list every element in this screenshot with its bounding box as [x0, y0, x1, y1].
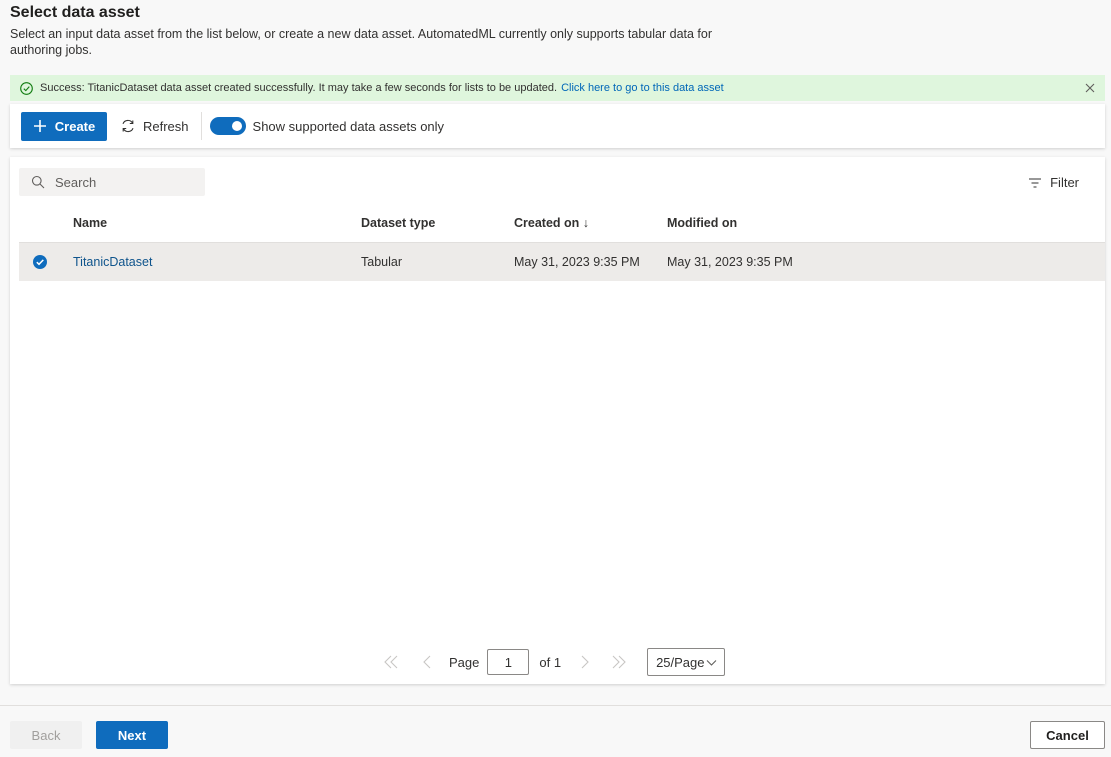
cancel-button[interactable]: Cancel [1030, 721, 1105, 749]
page-total-label: of 1 [539, 654, 562, 670]
toggle-knob [231, 121, 242, 131]
toolbar-divider [200, 112, 202, 140]
column-header-name[interactable]: Name [73, 216, 107, 230]
search-box[interactable] [19, 168, 205, 196]
supported-assets-toggle[interactable] [209, 117, 246, 135]
refresh-button[interactable]: Refresh [120, 118, 189, 134]
next-page-icon[interactable] [577, 654, 593, 670]
page-number-input[interactable] [487, 649, 530, 675]
search-input[interactable] [53, 173, 197, 191]
row-dataset-type: Tabular [361, 255, 402, 269]
column-header-modified-on[interactable]: Modified on [667, 216, 737, 230]
row-modified-on: May 31, 2023 9:35 PM [667, 255, 793, 269]
success-check-icon [20, 81, 33, 95]
filter-label: Filter [1050, 175, 1079, 190]
page-size-select[interactable]: 25/Page [647, 648, 726, 676]
row-name-link[interactable]: TitanicDataset [73, 255, 152, 269]
column-header-dataset-type[interactable]: Dataset type [361, 216, 435, 230]
previous-page-icon[interactable] [419, 654, 435, 670]
filter-button[interactable]: Filter [1028, 175, 1079, 190]
row-created-on: May 31, 2023 9:35 PM [514, 255, 640, 269]
page-label: Page [449, 654, 480, 670]
page-title: Select data asset [10, 4, 140, 21]
supported-assets-toggle-group: Show supported data assets only [209, 117, 445, 135]
table-header: Name Dataset type Created on ↓ Modified … [19, 205, 1105, 241]
data-asset-list-panel: Filter Name Dataset type Created on ↓ Mo… [10, 157, 1105, 684]
next-button[interactable]: Next [96, 721, 168, 749]
first-page-icon[interactable] [383, 654, 399, 670]
back-button[interactable]: Back [10, 721, 82, 749]
create-button[interactable]: Create [21, 111, 107, 141]
table-row[interactable]: TitanicDataset Tabular May 31, 2023 9:35… [19, 242, 1105, 281]
close-icon[interactable] [1084, 82, 1096, 94]
last-page-icon[interactable] [611, 654, 627, 670]
toolbar: Create Refresh Show supported data asset… [10, 104, 1105, 148]
refresh-icon [120, 118, 136, 134]
page-size-value: 25/Page [656, 654, 705, 670]
toggle-label: Show supported data assets only [252, 118, 445, 134]
column-header-created-on[interactable]: Created on ↓ [514, 216, 589, 230]
banner-message: Success: TitanicDataset data asset creat… [40, 82, 558, 94]
refresh-button-label: Refresh [143, 118, 189, 134]
chevron-down-icon [706, 657, 717, 668]
create-button-label: Create [54, 118, 96, 134]
filter-icon [1028, 177, 1042, 189]
selected-check-icon[interactable] [33, 255, 47, 269]
page-description: Select an input data asset from the list… [10, 27, 713, 57]
banner-link[interactable]: Click here to go to this data asset [561, 82, 724, 94]
plus-icon [33, 119, 47, 133]
success-banner: Success: TitanicDataset data asset creat… [10, 75, 1105, 101]
search-icon [31, 175, 45, 189]
footer-divider [0, 705, 1111, 706]
pagination: Page of 1 25/Page [383, 647, 726, 677]
